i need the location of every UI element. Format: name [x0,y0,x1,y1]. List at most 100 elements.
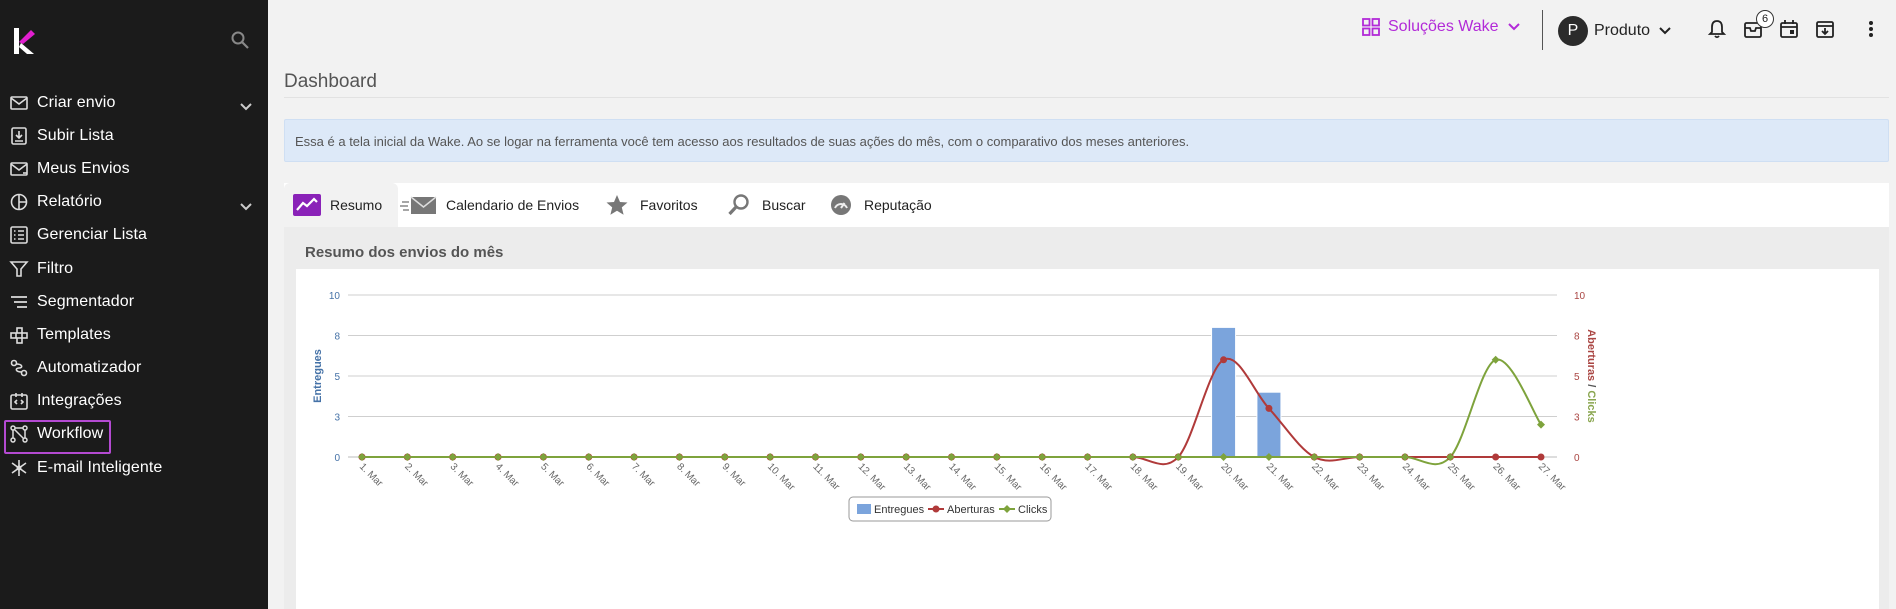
point-clicks [811,453,820,461]
automation-icon [9,358,29,378]
templates-icon [9,325,29,345]
x-tick-label: 20. Mar [1218,461,1250,493]
point-clicks [403,453,412,461]
search-icon [724,192,754,218]
point-aberturas [1265,404,1273,412]
sidebar-item-e-mail-inteligente[interactable]: E-mail Inteligente [0,451,268,484]
fast-mail-icon [400,192,438,218]
x-tick-label: 11. Mar [810,461,842,493]
point-clicks [1038,453,1047,461]
x-tick-label: 13. Mar [901,461,933,493]
x-tick-label: 8. Mar [674,461,702,489]
chevron-down-icon [1507,23,1520,31]
notification-badge: 6 [1756,10,1774,28]
search-icon[interactable] [230,30,250,50]
sidebar-item-workflow[interactable]: Workflow [0,418,268,454]
x-tick-label: 24. Mar [1400,461,1432,493]
point-clicks [675,453,684,461]
title-divider [284,97,1889,98]
smart-email-icon [9,458,29,478]
sidebar-item-gerenciar-lista[interactable]: Gerenciar Lista [0,219,268,252]
sidebar-item-automatizador[interactable]: Automatizador [0,352,268,385]
x-tick-label: 23. Mar [1354,461,1386,493]
segment-icon [9,292,29,312]
x-tick-label: 6. Mar [584,461,612,489]
trend-chart-icon [292,192,322,218]
point-clicks [539,453,548,461]
legend-label: Aberturas [947,504,995,516]
info-banner: Essa é a tela inicial da Wake. Ao se log… [284,119,1889,162]
sidebar-item-filtro[interactable]: Filtro [0,252,268,285]
sidebar-item-subir-lista[interactable]: Subir Lista [0,119,268,152]
chart-card: 0 0 3 3 5 5 8 8 10 10 Entregues Aberturas / Clicks 1… [296,269,1879,609]
sidebar-item-criar-envio[interactable]: Criar envio [0,86,268,119]
x-tick-label: 16. Mar [1037,461,1069,493]
tab-label: Resumo [330,197,383,213]
x-tick-label: 15. Mar [992,461,1024,493]
sent-mail-icon [9,159,29,179]
point-aberturas [1220,356,1228,364]
x-tick-label: 12. Mar [856,461,888,493]
sidebar-item-label: Segmentador [37,292,135,310]
sidebar-item-label: Criar envio [37,93,116,111]
point-clicks [720,453,729,461]
wake-logo[interactable] [12,26,36,56]
sidebar-item-label: Subir Lista [37,126,114,144]
tab-favoritos[interactable]: Favoritos [602,183,698,227]
tab-resumo[interactable]: Resumo [284,183,398,227]
point-clicks [947,453,956,461]
sidebar-item-label: Templates [37,325,111,343]
sidebar-item-label: Gerenciar Lista [37,226,147,244]
x-tick-label: 22. Mar [1309,461,1341,493]
y-tick-label-right: 10 [1574,291,1586,302]
monthly-summary-chart: 0 0 3 3 5 5 8 8 10 10 Entregues Aberturas / Clicks 1… [312,291,1597,522]
x-tick-label: 5. Mar [538,461,566,489]
sidebar-item-meus-envios[interactable]: Meus Envios [0,152,268,185]
point-aberturas [1537,453,1545,461]
sidebar-item-integracoes[interactable]: Integrações [0,385,268,418]
archive-icon[interactable] [1814,18,1836,40]
more-vertical-icon[interactable] [1866,18,1876,40]
point-clicks [494,453,503,461]
sidebar-item-segmentador[interactable]: Segmentador [0,285,268,318]
y-axis-title-right: Aberturas / Clicks [1585,329,1597,423]
y-tick-label-right: 3 [1574,413,1580,424]
tab-reputacao[interactable]: Reputação [826,183,932,227]
product-label: Produto [1594,22,1651,39]
x-tick-label: 9. Mar [720,461,748,489]
apps-grid-icon [1362,18,1380,36]
sidebar-item-relatorio[interactable]: Relatório [0,186,268,219]
y-tick-label-right: 0 [1574,453,1580,464]
tab-buscar[interactable]: Buscar [724,183,806,227]
chevron-down-icon[interactable] [238,98,254,114]
legend-marker-aberturas [932,505,940,513]
star-icon [602,192,632,218]
y-axis-title-part: / [1585,381,1597,390]
list-icon [9,225,29,245]
y-tick-label-right: 8 [1574,332,1580,343]
page-title: Dashboard [284,71,377,92]
bar-entregues [1256,391,1282,458]
chevron-down-icon[interactable] [238,198,254,214]
bell-icon[interactable] [1706,18,1728,40]
x-tick-label: 7. Mar [629,461,657,489]
avatar: P [1558,16,1588,46]
tab-calendario-de-envios[interactable]: Calendario de Envios [400,183,579,227]
x-tick-label: 2. Mar [402,461,430,489]
y-axis-title-part: Clicks [1585,390,1597,422]
sidebar-item-label: Filtro [37,259,74,277]
upload-list-icon [9,126,29,146]
point-clicks [630,453,639,461]
y-tick-label-left: 8 [334,332,340,343]
product-menu[interactable]: P Produto [1558,16,1672,46]
sidebar-item-label: Meus Envios [37,159,130,177]
sidebar-item-label: Automatizador [37,359,142,377]
sidebar-item-templates[interactable]: Templates [0,318,268,351]
calendar-icon[interactable] [1778,18,1800,40]
solucoes-wake-menu[interactable]: Soluções Wake [1362,18,1521,36]
summary-panel: Resumo dos envios do mês 0 0 3 3 5 5 8 8 10 10 Ent… [284,227,1889,609]
sidebar-nav: Criar envio Subir Lista Meus Envios Relatór… [0,86,268,484]
solucoes-wake-label: Soluções Wake [1388,18,1499,35]
pie-chart-icon [9,192,29,212]
integrations-icon [9,391,29,411]
